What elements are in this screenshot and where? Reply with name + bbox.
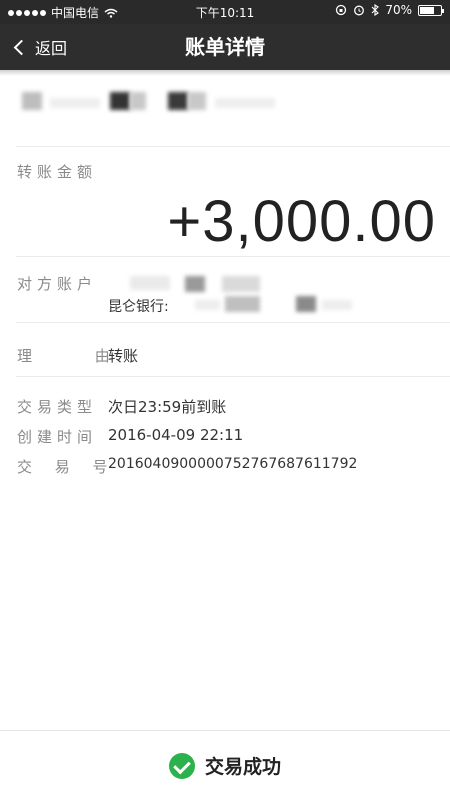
- amount-value: +3,000.00: [167, 189, 436, 254]
- amount-label: 转账金额: [17, 163, 98, 181]
- back-label: 返回: [35, 39, 68, 58]
- transaction-status-bar: 交易成功: [0, 730, 450, 800]
- status-bar: 中国电信 下午10:11 70%: [0, 0, 450, 24]
- chevron-left-icon: [13, 39, 30, 55]
- created-value: 2016-04-09 22:11: [108, 426, 244, 444]
- divider: [16, 376, 450, 377]
- page-title: 账单详情: [185, 35, 265, 59]
- bluetooth-icon: [371, 4, 380, 16]
- back-button[interactable]: 返回: [12, 24, 67, 70]
- divider: [16, 146, 450, 147]
- battery-icon: [418, 4, 444, 16]
- account-label: 对方账户: [17, 275, 98, 293]
- success-check-icon: [168, 752, 195, 779]
- bank-name: 昆仑银行:: [108, 299, 169, 315]
- divider: [16, 256, 450, 257]
- battery-level: [420, 6, 434, 14]
- status-right: 70%: [335, 3, 444, 17]
- type-label: 交易类型: [17, 398, 98, 416]
- nav-bar: 账单详情 返回: [0, 24, 450, 76]
- status-text: 交易成功: [204, 756, 281, 778]
- txn-label: 交 易 号: [17, 458, 117, 476]
- rotation-lock-icon: [336, 4, 347, 16]
- type-value: 次日23:59前到账: [108, 398, 227, 416]
- created-label: 创建时间: [17, 428, 98, 446]
- battery-percent: 70%: [385, 3, 412, 17]
- divider: [16, 322, 450, 323]
- alarm-icon: [354, 5, 365, 16]
- reason-value: 转账: [108, 347, 139, 365]
- txn-value: 20160409000007527676876117​92: [108, 456, 358, 472]
